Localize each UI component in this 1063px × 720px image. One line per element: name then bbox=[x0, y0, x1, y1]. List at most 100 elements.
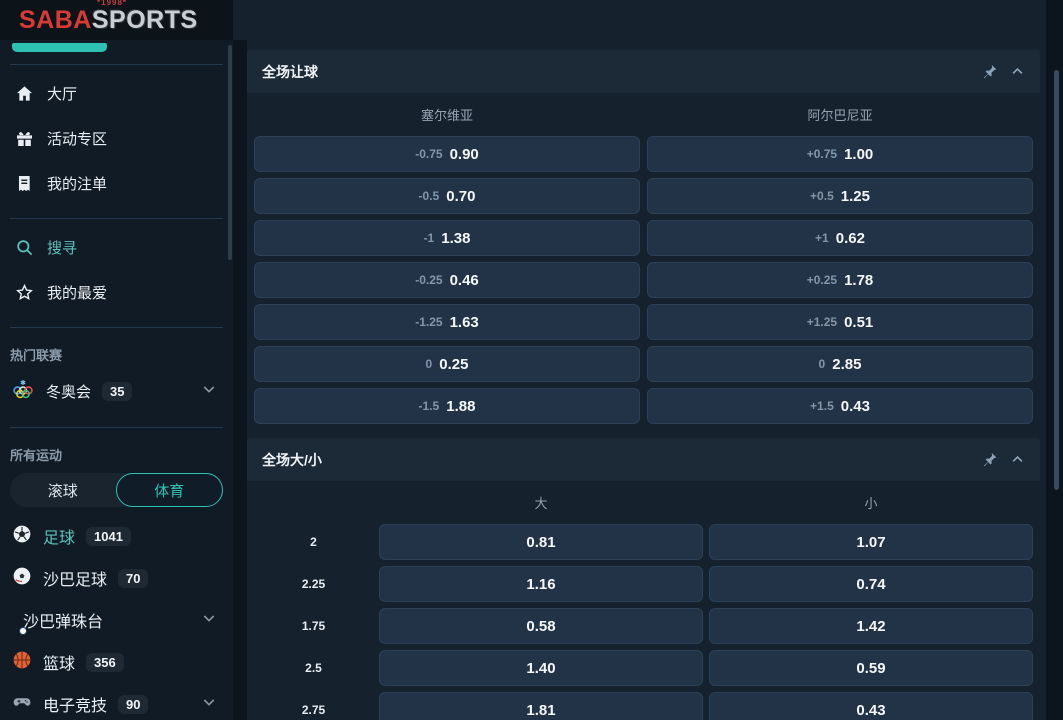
handicap-line: -1 bbox=[424, 231, 435, 245]
away-team-name: 阿尔巴尼亚 bbox=[647, 105, 1033, 124]
handicap-line: +0.75 bbox=[807, 147, 837, 161]
odds-value: 0.74 bbox=[856, 576, 885, 593]
handicap-row: -1.51.88 +1.50.43 bbox=[247, 388, 1040, 424]
odds-button[interactable]: 00.25 bbox=[254, 346, 640, 382]
sport-count-badge: 356 bbox=[86, 653, 124, 672]
divider bbox=[10, 427, 223, 428]
odds-value: 0.59 bbox=[856, 660, 885, 677]
goal-line: 1.75 bbox=[254, 608, 373, 644]
handicap-line: -1.25 bbox=[415, 315, 442, 329]
pin-icon[interactable] bbox=[981, 451, 998, 468]
sport-row-esports[interactable]: 电子竞技 90 bbox=[0, 683, 233, 720]
chevron-down-icon[interactable] bbox=[201, 381, 217, 402]
odds-value: 1.00 bbox=[844, 146, 873, 163]
over-under-panel-header: 全场大/小 bbox=[247, 438, 1040, 481]
odds-button[interactable]: +0.51.25 bbox=[647, 178, 1033, 214]
scrolled-teal-button-fragment[interactable] bbox=[12, 43, 107, 52]
odds-button[interactable]: -0.50.70 bbox=[254, 178, 640, 214]
odds-value: 1.63 bbox=[450, 314, 479, 331]
sidebar-item-search[interactable]: 搜寻 bbox=[0, 225, 233, 270]
handicap-line: +1 bbox=[815, 231, 829, 245]
odds-button[interactable]: -1 1.38 bbox=[254, 220, 640, 256]
handicap-line: -1.5 bbox=[419, 399, 440, 413]
odds-value: 0.43 bbox=[856, 702, 885, 719]
sport-row-basketball[interactable]: 篮球 356 bbox=[0, 641, 233, 683]
odds-button[interactable]: 0.74 bbox=[709, 566, 1033, 602]
toggle-sports[interactable]: 体育 bbox=[116, 473, 224, 507]
odds-button[interactable]: 0.58 bbox=[379, 608, 703, 644]
pin-icon[interactable] bbox=[981, 63, 998, 80]
logo-sports-text: SPORTS bbox=[92, 6, 198, 35]
main-scrollbar-thumb[interactable] bbox=[1054, 70, 1059, 490]
odds-button[interactable]: 1.40 bbox=[379, 650, 703, 686]
odds-button[interactable]: 1.07 bbox=[709, 524, 1033, 560]
handicap-row: -1.25 1.63 +1.250.51 bbox=[247, 304, 1040, 340]
logo-year-decoration: *1998* bbox=[97, 0, 127, 7]
sport-label: 沙巴足球 bbox=[43, 566, 107, 590]
sidebar-item-my-bets[interactable]: 我的注单 bbox=[0, 161, 233, 206]
sport-label: 足球 bbox=[43, 524, 75, 548]
main-scrollbar-track[interactable] bbox=[1046, 0, 1063, 720]
sidebar-item-lobby[interactable]: 大厅 bbox=[0, 71, 233, 116]
handicap-row: 00.25 02.85 bbox=[247, 346, 1040, 382]
odds-button[interactable]: -0.250.46 bbox=[254, 262, 640, 298]
odds-value: 0.62 bbox=[836, 230, 865, 247]
logo-saba-text: SABA bbox=[19, 6, 92, 35]
saba-sports-logo[interactable]: SABA *1998* SPORTS bbox=[19, 6, 198, 35]
odds-value: 0.25 bbox=[439, 356, 468, 373]
sport-row-soccer[interactable]: 足球 1041 bbox=[0, 515, 233, 557]
sport-row-saba-soccer[interactable]: 沙巴足球 70 bbox=[0, 557, 233, 599]
chevron-down-icon[interactable] bbox=[201, 694, 217, 715]
odds-button[interactable]: +0.75 1.00 bbox=[647, 136, 1033, 172]
odds-value: 1.38 bbox=[441, 230, 470, 247]
under-column-header: 小 bbox=[709, 493, 1033, 512]
sidebar-item-favorites[interactable]: 我的最爱 bbox=[0, 270, 233, 315]
odds-button[interactable]: 1.81 bbox=[379, 692, 703, 720]
odds-button[interactable]: 1.16 bbox=[379, 566, 703, 602]
handicap-panel-header: 全场让球 bbox=[247, 50, 1040, 93]
odds-value: 1.81 bbox=[526, 702, 555, 719]
odds-button[interactable]: +1 0.62 bbox=[647, 220, 1033, 256]
odds-button[interactable]: +1.250.51 bbox=[647, 304, 1033, 340]
odds-button[interactable]: 02.85 bbox=[647, 346, 1033, 382]
odds-button[interactable]: -1.51.88 bbox=[254, 388, 640, 424]
league-row-winter-olympics[interactable]: 冬奥会 35 bbox=[0, 367, 233, 415]
all-sports-heading: 所有运动 bbox=[10, 445, 233, 464]
handicap-line: -0.25 bbox=[415, 273, 442, 287]
over-column-header: 大 bbox=[379, 493, 703, 512]
odds-button[interactable]: 0.81 bbox=[379, 524, 703, 560]
sport-count-badge: 90 bbox=[118, 695, 148, 714]
odds-button[interactable]: +1.50.43 bbox=[647, 388, 1033, 424]
odds-button[interactable]: 0.59 bbox=[709, 650, 1033, 686]
league-count-badge: 35 bbox=[102, 382, 132, 401]
main-content: 全场让球 塞尔维亚 阿尔巴尼亚 -0.750.90 +0.751.00 bbox=[233, 0, 1063, 720]
sidebar-item-label: 活动专区 bbox=[47, 128, 107, 149]
sport-count-badge: 70 bbox=[118, 569, 148, 588]
handicap-line: 0 bbox=[819, 357, 826, 371]
goal-line: 2.5 bbox=[254, 650, 373, 686]
odds-button[interactable]: 1.42 bbox=[709, 608, 1033, 644]
handicap-line: +1.25 bbox=[807, 315, 837, 329]
odds-value: 1.07 bbox=[856, 534, 885, 551]
odds-button[interactable]: +0.251.78 bbox=[647, 262, 1033, 298]
sidebar-item-label: 搜寻 bbox=[47, 237, 77, 258]
bet-slip-icon bbox=[14, 174, 34, 194]
odds-value: 1.16 bbox=[526, 576, 555, 593]
chevron-down-icon[interactable] bbox=[201, 610, 217, 631]
odds-button[interactable]: -0.750.90 bbox=[254, 136, 640, 172]
logo-bar: SABA *1998* SPORTS bbox=[0, 0, 233, 40]
odds-value: 2.85 bbox=[832, 356, 861, 373]
toggle-live[interactable]: 滚球 bbox=[10, 473, 116, 507]
hot-leagues-heading: 热门联赛 bbox=[10, 345, 233, 364]
over-under-row: 1.75 0.58 1.42 bbox=[247, 608, 1040, 644]
sport-label: 沙巴弹珠台 bbox=[23, 608, 103, 632]
odds-button[interactable]: 0.43 bbox=[709, 692, 1033, 720]
handicap-row: -0.750.90 +0.75 1.00 bbox=[247, 136, 1040, 172]
odds-button[interactable]: -1.25 1.63 bbox=[254, 304, 640, 340]
collapse-chevron-up-icon[interactable] bbox=[1010, 64, 1025, 79]
collapse-chevron-up-icon[interactable] bbox=[1010, 452, 1025, 467]
sport-row-saba-pinball[interactable]: 沙巴弹珠台 bbox=[0, 599, 233, 641]
sidebar-scrollbar[interactable] bbox=[228, 45, 232, 260]
sidebar-item-label: 大厅 bbox=[47, 83, 77, 104]
sidebar-item-promotions[interactable]: 活动专区 bbox=[0, 116, 233, 161]
